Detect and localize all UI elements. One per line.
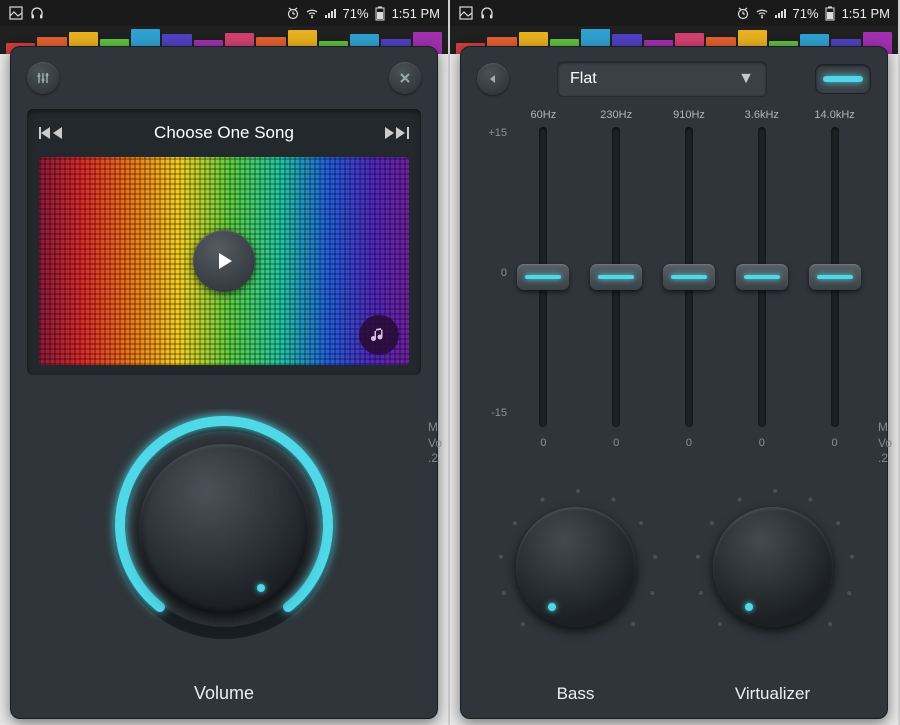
battery-text: 71% bbox=[793, 6, 819, 21]
track-box: Choose One Song bbox=[27, 109, 421, 375]
equalizer-panel: Flat ▼ +15 0 -15 60Hz 0 230Hz 0 910Hz 0 … bbox=[460, 46, 888, 719]
close-button[interactable] bbox=[389, 62, 421, 94]
eq-freq-label: 230Hz bbox=[600, 109, 632, 127]
next-track-button[interactable] bbox=[385, 125, 409, 141]
music-library-button[interactable] bbox=[359, 315, 399, 355]
bass-label: Bass bbox=[477, 684, 674, 710]
eq-area: +15 0 -15 60Hz 0 230Hz 0 910Hz 0 3.6kHz … bbox=[477, 109, 871, 449]
image-icon bbox=[458, 6, 473, 21]
preset-name: Flat bbox=[570, 70, 597, 88]
eq-slider-3[interactable] bbox=[758, 127, 766, 427]
eq-slider-0[interactable] bbox=[539, 127, 547, 427]
clock-text: 1:51 PM bbox=[842, 6, 890, 21]
bg-text: MVo.2 bbox=[428, 420, 448, 467]
eq-slider-1[interactable] bbox=[612, 127, 620, 427]
track-title: Choose One Song bbox=[154, 123, 294, 143]
headphones-icon bbox=[479, 6, 494, 21]
prev-track-button[interactable] bbox=[39, 125, 63, 141]
virtualizer-knob[interactable] bbox=[713, 507, 833, 627]
eq-freq-label: 3.6kHz bbox=[745, 109, 779, 127]
player-panel: Choose One Song bbox=[10, 46, 438, 719]
eq-ytick-bot: -15 bbox=[477, 407, 507, 419]
spectrum-visualizer bbox=[39, 157, 409, 365]
signal-icon bbox=[324, 6, 339, 21]
eq-value-label: 0 bbox=[759, 437, 765, 449]
preset-select[interactable]: Flat ▼ bbox=[557, 61, 767, 97]
volume-label: Volume bbox=[27, 683, 421, 710]
eq-value-label: 0 bbox=[613, 437, 619, 449]
eq-freq-label: 60Hz bbox=[531, 109, 557, 127]
back-button[interactable] bbox=[477, 63, 509, 95]
battery-icon bbox=[823, 6, 838, 21]
status-bar: 71% 1:51 PM bbox=[0, 0, 448, 26]
eq-slider-2[interactable] bbox=[685, 127, 693, 427]
clock-text: 1:51 PM bbox=[392, 6, 440, 21]
eq-freq-label: 14.0kHz bbox=[814, 109, 854, 127]
virtualizer-label: Virtualizer bbox=[674, 684, 871, 710]
status-bar: 71% 1:51 PM bbox=[450, 0, 898, 26]
battery-text: 71% bbox=[343, 6, 369, 21]
eq-freq-label: 910Hz bbox=[673, 109, 705, 127]
eq-slider-4[interactable] bbox=[831, 127, 839, 427]
eq-ytick-mid: 0 bbox=[477, 267, 507, 279]
bg-text: MVo.2 bbox=[878, 420, 898, 467]
alarm-icon bbox=[286, 6, 301, 21]
eq-value-label: 0 bbox=[686, 437, 692, 449]
volume-knob[interactable] bbox=[104, 409, 344, 649]
wifi-icon bbox=[305, 6, 320, 21]
eq-toggle[interactable] bbox=[815, 64, 871, 94]
headphones-icon bbox=[29, 6, 44, 21]
bass-knob[interactable] bbox=[516, 507, 636, 627]
alarm-icon bbox=[736, 6, 751, 21]
play-button[interactable] bbox=[193, 230, 255, 292]
eq-ytick-top: +15 bbox=[477, 127, 507, 139]
wifi-icon bbox=[755, 6, 770, 21]
eq-value-label: 0 bbox=[540, 437, 546, 449]
battery-icon bbox=[373, 6, 388, 21]
image-icon bbox=[8, 6, 23, 21]
eq-value-label: 0 bbox=[832, 437, 838, 449]
signal-icon bbox=[774, 6, 789, 21]
eq-sliders-icon[interactable] bbox=[27, 62, 59, 94]
chevron-down-icon: ▼ bbox=[738, 70, 754, 88]
